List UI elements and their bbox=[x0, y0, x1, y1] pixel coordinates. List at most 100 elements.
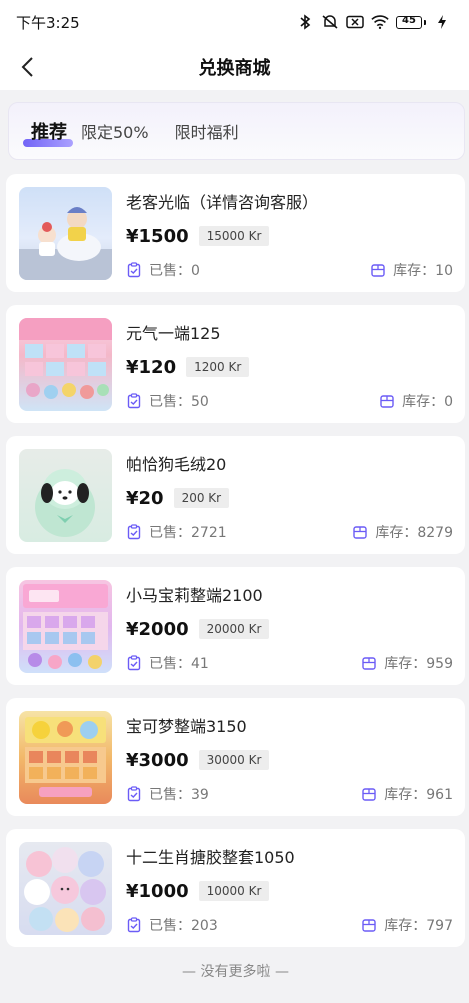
stock-value: 8279 bbox=[417, 524, 453, 541]
sold-count: 已售：0 bbox=[126, 260, 200, 280]
stock-count: 库存：961 bbox=[361, 784, 453, 804]
header: 兑换商城 bbox=[0, 44, 469, 90]
category-tabs: 推荐 限定50% 限时福利 bbox=[8, 102, 465, 160]
stock-value: 959 bbox=[426, 655, 453, 672]
sold-count: 已售：203 bbox=[126, 915, 218, 935]
stock-label: 库存： bbox=[384, 655, 427, 672]
product-price: ¥2000 bbox=[126, 618, 189, 640]
inventory-box-icon bbox=[371, 263, 385, 277]
product-info: 宝可梦整端3150 ¥3000 30000 Kr 已售：39 库存：961 bbox=[126, 711, 453, 804]
product-card[interactable]: 元气一端125 ¥120 1200 Kr 已售：50 库存：0 bbox=[6, 305, 465, 423]
stock-value: 10 bbox=[435, 262, 453, 279]
meta-row: 已售：203 库存：797 bbox=[126, 915, 453, 935]
meta-row: 已售：2721 库存：8279 bbox=[126, 522, 453, 542]
product-card[interactable]: 小马宝莉整端2100 ¥2000 20000 Kr 已售：41 库存：959 bbox=[6, 567, 465, 685]
clipboard-check-icon bbox=[127, 916, 141, 932]
product-kr-price: 200 Kr bbox=[173, 488, 230, 508]
product-name: 元气一端125 bbox=[126, 323, 221, 343]
sold-label: 已售： bbox=[149, 393, 191, 410]
chevron-left-icon bbox=[21, 57, 33, 77]
clipboard-check-icon bbox=[127, 261, 141, 277]
product-card[interactable]: 十二生肖搪胶整套1050 ¥1000 10000 Kr 已售：203 库存：79… bbox=[6, 829, 465, 947]
stock-count: 库存：959 bbox=[361, 653, 453, 673]
tab-recommended[interactable]: 推荐 bbox=[23, 118, 73, 147]
product-name: 帕恰狗毛绒20 bbox=[126, 454, 227, 474]
product-name: 宝可梦整端3150 bbox=[126, 716, 247, 736]
inventory-box-icon bbox=[362, 787, 376, 801]
product-info: 帕恰狗毛绒20 ¥20 200 Kr 已售：2721 库存：8279 bbox=[126, 449, 453, 542]
product-kr-price: 10000 Kr bbox=[198, 881, 270, 901]
product-info: 老客光临（详情咨询客服） ¥1500 15000 Kr 已售：0 库存：10 bbox=[126, 187, 453, 280]
stock-label: 库存： bbox=[402, 393, 445, 410]
tab-label: 推荐 bbox=[31, 122, 67, 143]
wifi-icon bbox=[371, 13, 389, 31]
clipboard-check-icon bbox=[127, 523, 141, 539]
sold-value: 39 bbox=[191, 786, 209, 803]
price-row: ¥2000 20000 Kr bbox=[126, 619, 453, 640]
price-row: ¥3000 30000 Kr bbox=[126, 750, 453, 771]
bluetooth-icon bbox=[296, 13, 314, 31]
price-row: ¥1500 15000 Kr bbox=[126, 226, 453, 247]
sold-value: 2721 bbox=[191, 524, 227, 541]
stock-count: 库存：8279 bbox=[352, 522, 453, 542]
product-price: ¥20 bbox=[126, 487, 164, 509]
product-kr-price: 15000 Kr bbox=[198, 226, 270, 246]
stock-value: 961 bbox=[426, 786, 453, 803]
sold-label: 已售： bbox=[149, 917, 191, 934]
status-icons: 45 bbox=[296, 13, 451, 31]
stock-label: 库存： bbox=[375, 524, 418, 541]
product-price: ¥1500 bbox=[126, 225, 189, 247]
inventory-box-icon bbox=[353, 525, 368, 539]
sold-count: 已售：2721 bbox=[126, 522, 227, 542]
product-image bbox=[19, 448, 112, 542]
price-row: ¥1000 10000 Kr bbox=[126, 881, 453, 902]
stock-count: 库存：797 bbox=[361, 915, 453, 935]
stock-count: 库存：10 bbox=[370, 260, 453, 280]
stock-value: 0 bbox=[444, 393, 453, 410]
end-of-list-text: — 没有更多啦 — bbox=[182, 964, 289, 980]
status-time: 下午3:25 bbox=[16, 13, 80, 32]
product-card[interactable]: 老客光临（详情咨询客服） ¥1500 15000 Kr 已售：0 库存：10 bbox=[6, 174, 465, 292]
page-title: 兑换商城 bbox=[198, 58, 271, 79]
product-info: 元气一端125 ¥120 1200 Kr 已售：50 库存：0 bbox=[126, 318, 453, 411]
battery-icon: 45 bbox=[396, 15, 426, 29]
product-image bbox=[19, 186, 112, 280]
clipboard-check-icon bbox=[127, 785, 141, 801]
sold-label: 已售： bbox=[149, 786, 191, 803]
meta-row: 已售：39 库存：961 bbox=[126, 784, 453, 804]
inventory-box-icon bbox=[362, 918, 376, 932]
sold-label: 已售： bbox=[149, 655, 191, 672]
product-price: ¥120 bbox=[126, 356, 177, 378]
product-list: 老客光临（详情咨询客服） ¥1500 15000 Kr 已售：0 库存：10 元… bbox=[0, 160, 469, 981]
sold-label: 已售： bbox=[149, 262, 191, 279]
stock-value: 797 bbox=[426, 917, 453, 934]
product-info: 十二生肖搪胶整套1050 ¥1000 10000 Kr 已售：203 库存：79… bbox=[126, 842, 453, 935]
sold-count: 已售：41 bbox=[126, 653, 209, 673]
product-card[interactable]: 宝可梦整端3150 ¥3000 30000 Kr 已售：39 库存：961 bbox=[6, 698, 465, 816]
tabs-container: 推荐 限定50% 限时福利 bbox=[0, 90, 469, 160]
tab-limited-welfare[interactable]: 限时福利 bbox=[175, 119, 239, 143]
product-name: 十二生肖搪胶整套1050 bbox=[126, 847, 295, 867]
product-name: 小马宝莉整端2100 bbox=[126, 585, 263, 605]
stock-label: 库存： bbox=[384, 917, 427, 934]
stock-label: 库存： bbox=[393, 262, 436, 279]
no-sim-icon bbox=[346, 13, 364, 31]
sold-label: 已售： bbox=[149, 524, 191, 541]
charging-icon bbox=[433, 13, 451, 31]
product-card[interactable]: 帕恰狗毛绒20 ¥20 200 Kr 已售：2721 库存：8279 bbox=[6, 436, 465, 554]
mute-icon bbox=[321, 13, 339, 31]
product-info: 小马宝莉整端2100 ¥2000 20000 Kr 已售：41 库存：959 bbox=[126, 580, 453, 673]
back-button[interactable] bbox=[12, 52, 42, 82]
price-row: ¥20 200 Kr bbox=[126, 488, 453, 509]
meta-row: 已售：41 库存：959 bbox=[126, 653, 453, 673]
status-bar: 下午3:25 45 bbox=[0, 0, 469, 44]
product-name: 老客光临（详情咨询客服） bbox=[126, 192, 319, 212]
meta-row: 已售：50 库存：0 bbox=[126, 391, 453, 411]
product-kr-price: 1200 Kr bbox=[186, 357, 250, 377]
product-image bbox=[19, 841, 112, 935]
product-price: ¥1000 bbox=[126, 880, 189, 902]
tab-limited-50[interactable]: 限定50% bbox=[81, 119, 149, 143]
inventory-box-icon bbox=[362, 656, 376, 670]
product-price: ¥3000 bbox=[126, 749, 189, 771]
price-row: ¥120 1200 Kr bbox=[126, 357, 453, 378]
